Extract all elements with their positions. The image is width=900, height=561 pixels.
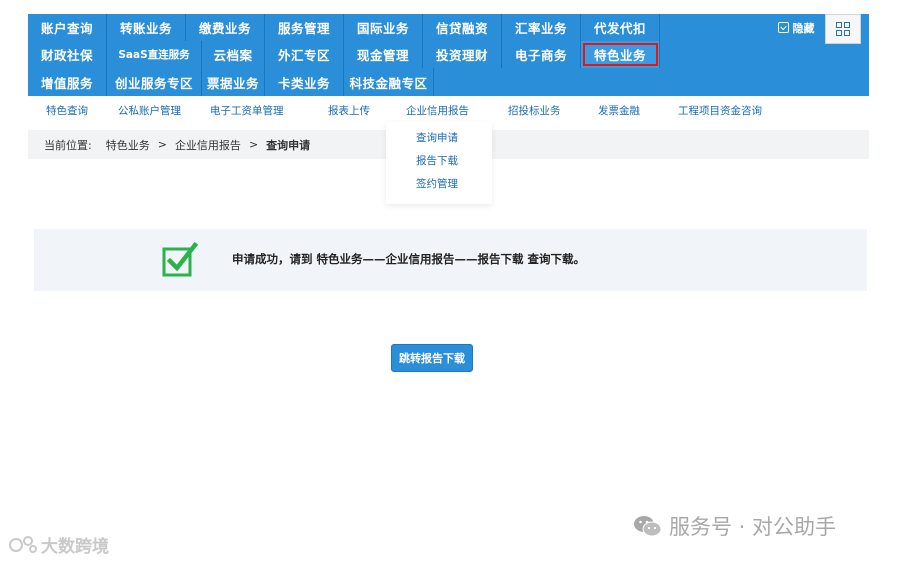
menu-cloud-archive[interactable]: 云档案: [202, 41, 265, 68]
menu-cash-management[interactable]: 现金管理: [344, 41, 423, 68]
submenu-payroll[interactable]: 电子工资单管理: [210, 103, 284, 118]
submenu-project-fund[interactable]: 工程项目资金咨询: [678, 103, 762, 118]
watermark-left: 大数跨境: [8, 532, 109, 557]
watermark-left-text: 大数跨境: [41, 537, 109, 557]
menu-value-added[interactable]: 增值服务: [28, 68, 107, 96]
success-message-box: 申请成功，请到 特色业务——企业信用报告——报告下载 查询下载。: [34, 229, 867, 291]
checkmark-icon: [162, 241, 198, 277]
hide-menu-toggle[interactable]: 隐藏: [768, 14, 824, 41]
submenu-credit-report[interactable]: 企业信用报告: [406, 103, 469, 118]
menu-row-3: 增值服务 创业服务专区 票据业务 卡类业务 科技金融专区: [28, 68, 869, 96]
breadcrumb-separator: >: [248, 138, 259, 151]
watermark-right-text: 服务号 · 对公助手: [669, 515, 837, 539]
menu-payment[interactable]: 缴费业务: [186, 14, 265, 41]
hide-label: 隐藏: [792, 21, 815, 35]
breadcrumb-level-1[interactable]: 特色业务: [106, 137, 150, 153]
menu-credit-financing[interactable]: 信贷融资: [423, 14, 502, 41]
menu-international[interactable]: 国际业务: [344, 14, 423, 41]
menu-transfer[interactable]: 转账业务: [107, 14, 186, 41]
logo-icon: [9, 535, 37, 553]
menu-forex-zone[interactable]: 外汇专区: [265, 41, 344, 68]
submenu-bidding[interactable]: 招投标业务: [508, 103, 561, 118]
menu-bills[interactable]: 票据业务: [202, 68, 265, 96]
menu-row-2: 财政社保 SaaS直连服务 云档案 外汇专区 现金管理 投资理财 电子商务 特色…: [28, 41, 869, 68]
success-message-text: 申请成功，请到 特色业务——企业信用报告——报告下载 查询下载。: [232, 252, 586, 266]
menu-account-query[interactable]: 账户查询: [28, 14, 107, 41]
submenu-invoice-finance[interactable]: 发票金融: [598, 103, 640, 118]
menu-finance-social-security[interactable]: 财政社保: [28, 41, 107, 68]
breadcrumb-current: 查询申请: [266, 138, 311, 152]
menu-investment[interactable]: 投资理财: [423, 41, 502, 68]
breadcrumb-level-2[interactable]: 企业信用报告: [175, 137, 241, 153]
submenu-report-upload[interactable]: 报表上传: [328, 103, 370, 118]
submenu-special-query[interactable]: 特色查询: [46, 103, 88, 118]
menu-service-management[interactable]: 服务管理: [265, 14, 344, 41]
menu-tech-finance[interactable]: 科技金融专区: [344, 68, 434, 96]
wechat-icon: [634, 516, 662, 537]
submenu-account-management[interactable]: 公私账户管理: [118, 103, 181, 118]
menu-saas-direct[interactable]: SaaS直连服务: [107, 41, 202, 68]
menu-row-1: 账户查询 转账业务 缴费业务 服务管理 国际业务 信贷融资 汇率业务 代发代扣: [28, 14, 824, 41]
menu-special-business[interactable]: 特色业务: [581, 41, 660, 68]
grid-icon: [836, 22, 850, 36]
dropdown-query-apply[interactable]: 查询申请: [416, 130, 458, 145]
sub-menu: 特色查询 公私账户管理 电子工资单管理 报表上传 企业信用报告 招投标业务 发票…: [28, 100, 869, 122]
menu-startup-zone[interactable]: 创业服务专区: [107, 68, 202, 96]
dropdown-report-download[interactable]: 报告下载: [416, 153, 458, 168]
menu-agency-payment[interactable]: 代发代扣: [581, 14, 660, 41]
breadcrumb-prefix: 当前位置:: [44, 138, 92, 152]
menu-ecommerce[interactable]: 电子商务: [502, 41, 581, 68]
credit-report-dropdown: 查询申请 报告下载 签约管理: [386, 122, 492, 204]
main-menu: 账户查询 转账业务 缴费业务 服务管理 国际业务 信贷融资 汇率业务 代发代扣 …: [28, 14, 869, 96]
menu-exchange-rate[interactable]: 汇率业务: [502, 14, 581, 41]
grid-view-button[interactable]: [825, 14, 861, 44]
jump-to-report-download-button[interactable]: 跳转报告下载: [391, 344, 473, 372]
checkbox-icon: [777, 22, 789, 33]
menu-cards[interactable]: 卡类业务: [265, 68, 344, 96]
watermark-right: 服务号 · 对公助手: [633, 511, 836, 541]
dropdown-contract-management[interactable]: 签约管理: [416, 176, 458, 191]
breadcrumb-separator: >: [157, 138, 167, 151]
